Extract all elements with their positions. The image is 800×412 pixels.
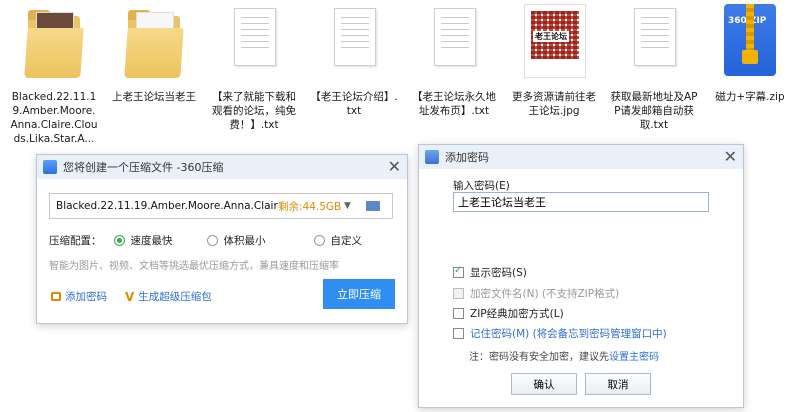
add-password-link[interactable]: 添加密码 bbox=[51, 289, 107, 304]
checkbox-checked-icon bbox=[453, 265, 464, 278]
file-item-folder-blacked[interactable]: Blacked.22.11.19.Amber.Moore.Anna.Claire… bbox=[10, 4, 98, 146]
password-dialog: 添加密码 ✕ 输入密码(E) 显示密码(S) 加密文件名(N) (不支持ZIP格… bbox=[418, 144, 744, 408]
compress-titlebar[interactable]: 您将创建一个压缩文件 -360压缩 ✕ bbox=[37, 155, 407, 179]
checkbox-icon bbox=[453, 328, 464, 339]
radio-selected-icon bbox=[113, 235, 125, 246]
password-app-icon bbox=[425, 150, 439, 164]
show-password-checkbox[interactable]: 显示密码(S) bbox=[453, 265, 527, 280]
password-input-label: 输入密码(E) bbox=[453, 180, 510, 192]
radio-icon bbox=[206, 235, 218, 246]
radio-label: 体积最小 bbox=[223, 235, 266, 247]
file-name: 磁力+字幕.zip bbox=[715, 91, 785, 103]
file-item-txt-address[interactable]: 【老王论坛永久地址发布页】.txt bbox=[410, 4, 498, 118]
folder-icon bbox=[24, 4, 84, 82]
super-package-label: 生成超级压缩包 bbox=[138, 291, 212, 303]
compress-app-icon bbox=[43, 160, 57, 174]
folder-icon bbox=[124, 4, 184, 82]
radio-fastest[interactable]: 速度最快 bbox=[113, 233, 173, 248]
file-name: 【老王论坛永久地址发布页】.txt bbox=[412, 91, 496, 117]
v-badge-icon: V bbox=[125, 289, 135, 304]
file-item-txt-free[interactable]: 【来了就能下载和观看的论坛，纯免费！】.txt bbox=[210, 4, 298, 132]
text-file-icon bbox=[424, 4, 484, 82]
compress-hint: 智能为图片、视频、文档等挑选最优压缩方式，兼具速度和压缩率 bbox=[49, 261, 339, 272]
file-item-folder-laowang[interactable]: 上老王论坛当老王 bbox=[110, 4, 198, 104]
text-file-icon bbox=[324, 4, 384, 82]
zip-classic-label: ZIP经典加密方式(L) bbox=[470, 308, 564, 320]
ok-button[interactable]: 确认 bbox=[511, 373, 577, 395]
password-note: 注：密码没有安全加密，建议先设置主密码 bbox=[469, 348, 659, 363]
cancel-button[interactable]: 取消 bbox=[585, 373, 651, 395]
close-icon[interactable]: ✕ bbox=[724, 149, 737, 165]
qr-image-icon: 老王论坛 bbox=[524, 4, 586, 82]
file-name: 上老王论坛当老王 bbox=[112, 91, 196, 103]
chevron-down-icon[interactable]: ▼ bbox=[344, 201, 360, 211]
file-name: 【来了就能下载和观看的论坛，纯免费！】.txt bbox=[212, 91, 296, 131]
radio-smallest[interactable]: 体积最小 bbox=[206, 233, 266, 248]
show-password-label: 显示密码(S) bbox=[470, 267, 527, 279]
encrypt-filenames-label: 加密文件名(N) (不支持ZIP格式) bbox=[470, 288, 620, 300]
set-master-password-link[interactable]: 设置主密码 bbox=[609, 352, 659, 363]
password-title: 添加密码 bbox=[445, 151, 489, 164]
file-item-jpg[interactable]: 老王论坛 更多资源请前往老王论坛.jpg bbox=[510, 4, 598, 118]
compress-title: 您将创建一个压缩文件 -360压缩 bbox=[63, 161, 224, 174]
super-package-link[interactable]: V 生成超级压缩包 bbox=[125, 289, 212, 304]
radio-custom[interactable]: 自定义 bbox=[313, 233, 363, 248]
checkbox-icon bbox=[453, 288, 464, 299]
free-space-label: 剩余:44.5GB bbox=[278, 200, 342, 213]
password-input[interactable] bbox=[453, 192, 709, 212]
radio-label: 速度最快 bbox=[130, 235, 173, 247]
file-name: 更多资源请前往老王论坛.jpg bbox=[512, 91, 596, 117]
file-name: 【老王论坛介绍】.txt bbox=[310, 91, 398, 117]
radio-label: 自定义 bbox=[330, 235, 363, 247]
remember-password-checkbox[interactable]: 记住密码(M) (将会备忘到密码管理窗口中) bbox=[453, 326, 667, 341]
radio-icon bbox=[313, 235, 325, 246]
archive-path-value[interactable]: Blacked.22.11.19.Amber.Moore.Anna.Clair bbox=[50, 200, 278, 212]
browse-folder-icon[interactable] bbox=[366, 201, 380, 211]
file-item-zip[interactable]: 360 ZIP 磁力+字幕.zip bbox=[706, 4, 794, 104]
remember-password-label: 记住密码(M) (将会备忘到密码管理窗口中) bbox=[470, 328, 667, 340]
compress-now-button[interactable]: 立即压缩 bbox=[323, 279, 395, 309]
password-titlebar[interactable]: 添加密码 ✕ bbox=[419, 145, 743, 169]
compress-dialog: 您将创建一个压缩文件 -360压缩 ✕ Blacked.22.11.19.Amb… bbox=[36, 154, 408, 324]
qr-image-label: 老王论坛 bbox=[533, 31, 569, 42]
zip-archive-icon: 360 ZIP bbox=[720, 4, 780, 82]
config-label: 压缩配置： bbox=[49, 235, 102, 247]
file-name: 获取最新地址及APP请发邮箱自动获取.txt bbox=[610, 91, 698, 131]
encrypt-filenames-checkbox: 加密文件名(N) (不支持ZIP格式) bbox=[453, 286, 619, 301]
note-text: 注：密码没有安全加密，建议先 bbox=[469, 352, 609, 363]
add-password-label: 添加密码 bbox=[65, 291, 107, 303]
compress-config-row: 压缩配置： 速度最快 体积最小 自定义 bbox=[49, 233, 362, 248]
close-icon[interactable]: ✕ bbox=[388, 159, 401, 175]
lock-icon bbox=[51, 292, 61, 301]
zip-classic-checkbox[interactable]: ZIP经典加密方式(L) bbox=[453, 306, 564, 321]
file-item-txt-intro[interactable]: 【老王论坛介绍】.txt bbox=[310, 4, 398, 118]
file-item-txt-app[interactable]: 获取最新地址及APP请发邮箱自动获取.txt bbox=[610, 4, 698, 132]
archive-path-field[interactable]: Blacked.22.11.19.Amber.Moore.Anna.Clair … bbox=[49, 193, 393, 219]
text-file-icon bbox=[624, 4, 684, 82]
file-name: Blacked.22.11.19.Amber.Moore.Anna.Claire… bbox=[10, 91, 98, 145]
text-file-icon bbox=[224, 4, 284, 82]
checkbox-icon bbox=[453, 308, 464, 319]
